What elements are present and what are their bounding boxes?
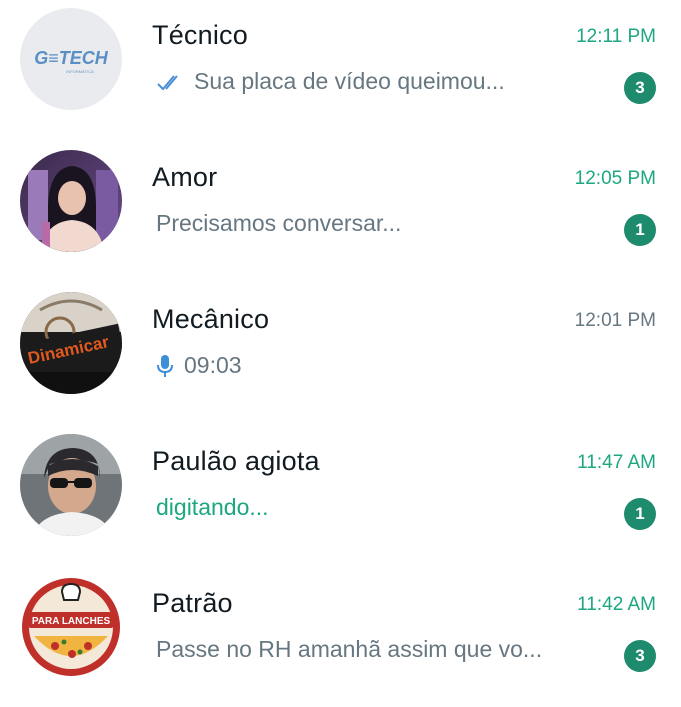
getech-logo-image: G≡TECH INFORMÁTICA	[20, 8, 122, 110]
chat-name: Paulão agiota	[152, 446, 320, 476]
chat-row-mecanico[interactable]: Dinamicar Mecânico 12:01 PM 09:03	[0, 272, 681, 414]
chat-preview: Passe no RH amanhã assim que vo...	[156, 636, 542, 663]
avatar-para-lanches-logo[interactable]: PARA LANCHES	[20, 576, 122, 678]
chat-row-amor[interactable]: Amor 12:05 PM Precisamos conversar... 1	[0, 130, 681, 272]
dinamicar-logo-image: Dinamicar	[20, 292, 122, 394]
avatar-logo-subtext: INFORMÁTICA	[66, 69, 94, 74]
chat-name: Amor	[152, 162, 218, 192]
unread-badge: 3	[624, 640, 656, 672]
microphone-icon	[156, 354, 174, 378]
chat-preview-text: Sua placa de vídeo queimou...	[194, 68, 505, 94]
chat-time: 11:47 AM	[577, 452, 656, 473]
chat-name: Técnico	[152, 20, 248, 50]
chat-name: Patrão	[152, 588, 233, 618]
unread-badge: 3	[624, 72, 656, 104]
avatar-logo-text: G≡TECH	[34, 48, 109, 68]
avatar-dinamicar-logo[interactable]: Dinamicar	[20, 292, 122, 394]
chat-row-patrao[interactable]: PARA LANCHES Patrão 11:42 AM Passe no RH…	[0, 556, 681, 698]
unread-badge: 1	[624, 498, 656, 530]
chat-preview: Precisamos conversar...	[156, 210, 401, 237]
chat-preview-typing: digitando...	[156, 494, 269, 521]
chat-time: 12:11 PM	[576, 26, 656, 47]
avatar-logo-text: PARA LANCHES	[32, 616, 111, 627]
double-check-icon	[156, 73, 184, 91]
chat-row-paulao-agiota[interactable]: Paulão agiota 11:47 AM digitando... 1	[0, 414, 681, 556]
para-lanches-logo-image: PARA LANCHES	[20, 576, 122, 678]
chat-time: 12:05 PM	[574, 168, 656, 189]
chat-preview: Sua placa de vídeo queimou...	[156, 68, 505, 95]
chat-time: 11:42 AM	[577, 594, 656, 615]
unread-badge: 1	[624, 214, 656, 246]
chat-preview-text: digitando...	[156, 494, 269, 520]
chat-name: Mecânico	[152, 304, 270, 334]
chat-time: 12:01 PM	[574, 310, 656, 331]
chat-list: G≡TECH INFORMÁTICA Técnico 12:11 PM Sua …	[0, 0, 681, 707]
avatar-getech-logo[interactable]: G≡TECH INFORMÁTICA	[20, 8, 122, 110]
avatar-woman-photo	[20, 150, 122, 252]
chat-preview-text: Precisamos conversar...	[156, 210, 402, 236]
chat-preview: 09:03	[156, 352, 242, 379]
chat-preview-text: Passe no RH amanhã assim que vo...	[156, 636, 543, 662]
avatar-paulao-photo[interactable]	[20, 434, 122, 536]
chat-row-tecnico[interactable]: G≡TECH INFORMÁTICA Técnico 12:11 PM Sua …	[0, 0, 681, 130]
avatar-man-photo	[20, 434, 122, 536]
chat-preview-text: 09:03	[184, 352, 242, 378]
avatar-amor-photo[interactable]	[20, 150, 122, 252]
